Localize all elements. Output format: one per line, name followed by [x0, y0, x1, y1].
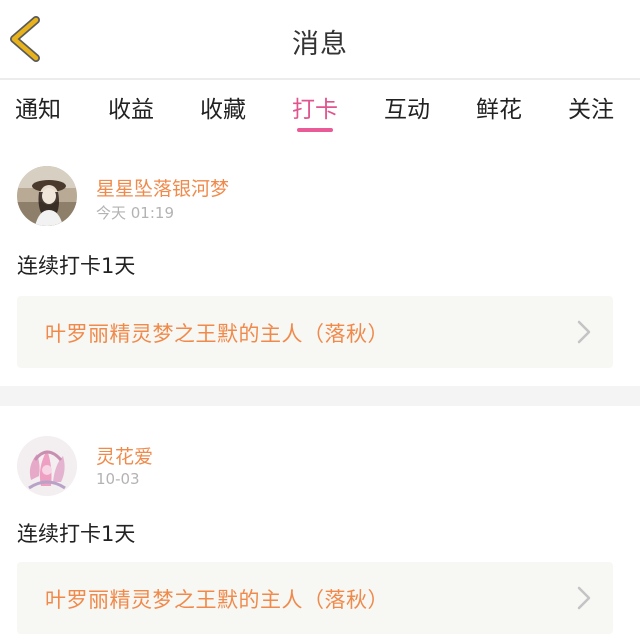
checkin-text: 连续打卡1天: [17, 254, 136, 278]
username[interactable]: 灵花爱: [96, 442, 153, 469]
linked-work-title: 叶罗丽精灵梦之王默的主人（落秋）: [45, 322, 389, 346]
tab-favorites[interactable]: 收藏: [200, 90, 246, 124]
checkin-text: 连续打卡1天: [17, 522, 136, 546]
chevron-right-icon: [577, 586, 591, 610]
tab-checkin[interactable]: 打卡: [292, 90, 338, 124]
tab-notifications[interactable]: 通知: [15, 90, 61, 124]
header-bar: 消息: [0, 0, 640, 80]
avatar[interactable]: [17, 166, 77, 226]
avatar[interactable]: [17, 436, 77, 496]
timestamp: 今天 01:19: [96, 204, 174, 222]
linked-work-card[interactable]: 叶罗丽精灵梦之王默的主人（落秋）: [17, 562, 613, 634]
feed-item: 星星坠落银河梦 今天 01:19 连续打卡1天 叶罗丽精灵梦之王默的主人（落秋）: [0, 140, 640, 386]
timestamp: 10-03: [96, 470, 140, 488]
user-avatar-icon: [17, 436, 77, 496]
section-divider: [0, 386, 640, 406]
checkin-feed: 星星坠落银河梦 今天 01:19 连续打卡1天 叶罗丽精灵梦之王默的主人（落秋）: [0, 140, 640, 644]
linked-work-title: 叶罗丽精灵梦之王默的主人（落秋）: [45, 588, 389, 612]
page-title: 消息: [292, 29, 348, 60]
active-tab-indicator: [297, 128, 333, 132]
chevron-right-icon: [577, 320, 591, 344]
tab-bar: 通知 收益 收藏 打卡 互动 鲜花 关注: [0, 80, 640, 140]
username[interactable]: 星星坠落银河梦: [96, 174, 229, 201]
tab-interactions[interactable]: 互动: [384, 90, 430, 124]
user-avatar-icon: [17, 166, 77, 226]
tab-following[interactable]: 关注: [568, 90, 614, 124]
app-root: 消息 通知 收益 收藏 打卡 互动 鲜花 关注 星星坠落银河梦 今天 01:19…: [0, 0, 640, 644]
feed-item: 灵花爱 10-03 连续打卡1天 叶罗丽精灵梦之王默的主人（落秋）: [0, 406, 640, 644]
linked-work-card[interactable]: 叶罗丽精灵梦之王默的主人（落秋）: [17, 296, 613, 368]
tab-earnings[interactable]: 收益: [108, 90, 154, 124]
tab-flowers[interactable]: 鲜花: [476, 90, 522, 124]
